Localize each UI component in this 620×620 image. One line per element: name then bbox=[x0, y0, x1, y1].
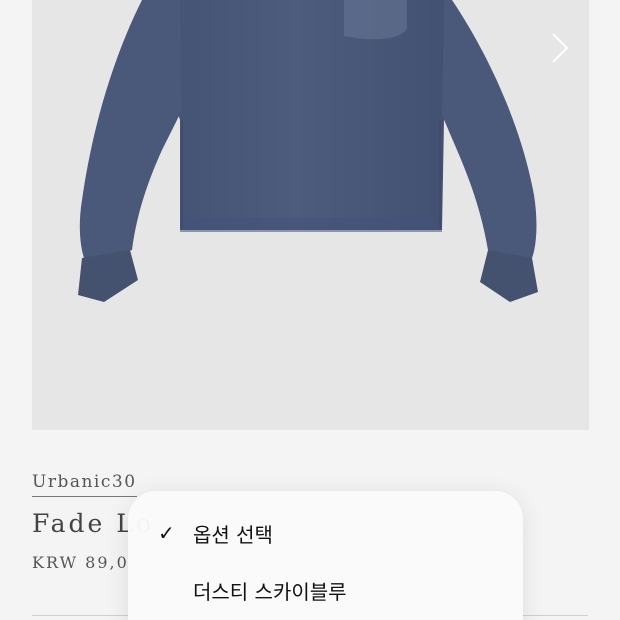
brand-link[interactable]: Urbanic30 bbox=[32, 472, 137, 497]
next-image-button[interactable] bbox=[545, 28, 573, 68]
product-image[interactable] bbox=[32, 0, 589, 430]
option-item-select[interactable]: ✓ 옵션 선택 bbox=[128, 511, 523, 555]
option-label: 옵션 선택 bbox=[193, 522, 273, 547]
chevron-right-icon bbox=[552, 33, 569, 63]
option-item-dusty-skyblue[interactable]: 더스티 스카이블루 bbox=[128, 568, 523, 612]
option-dropdown-menu: ✓ 옵션 선택 더스티 스카이블루 bbox=[128, 491, 523, 620]
checkmark-icon: ✓ bbox=[158, 521, 175, 545]
garment-illustration bbox=[78, 0, 538, 302]
product-page: Urbanic30 Fade Lo KRW 89,0 ✓ 옵션 선택 더스티 스… bbox=[0, 0, 620, 620]
product-price: KRW 89,0 bbox=[32, 553, 129, 572]
option-label: 더스티 스카이블루 bbox=[193, 579, 347, 604]
